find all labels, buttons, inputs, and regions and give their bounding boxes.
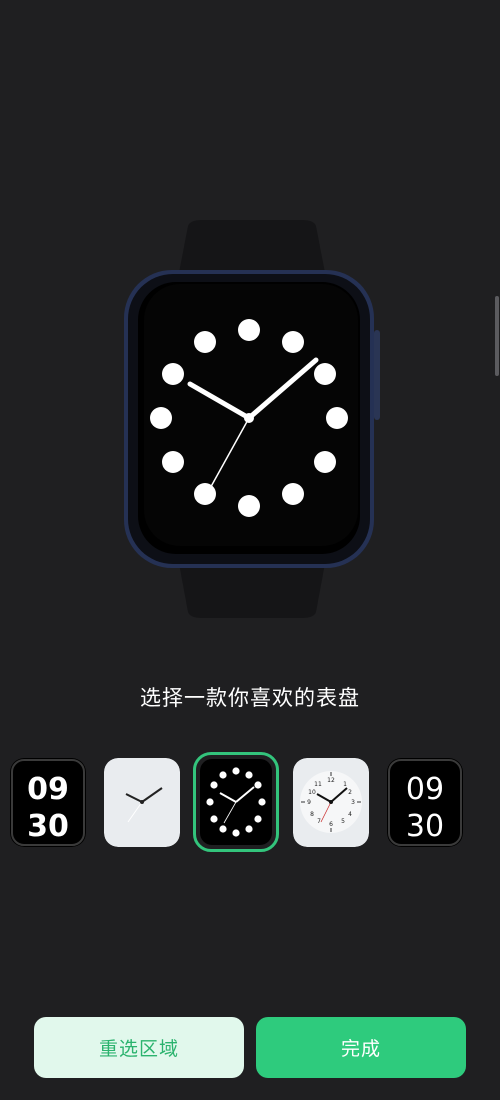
face5-minute: 30 (406, 809, 444, 844)
face1-hour: 09 (27, 772, 69, 807)
watch-face-dots-analog[interactable] (193, 752, 279, 852)
watch-preview (120, 220, 382, 620)
svg-text:1: 1 (343, 781, 347, 788)
done-button[interactable]: 完成 (256, 1017, 466, 1078)
watch-face-digital-bold[interactable]: 09 30 (10, 758, 86, 847)
svg-text:5: 5 (341, 818, 345, 825)
svg-text:11: 11 (314, 781, 322, 788)
watch-face-digital-thin[interactable]: 09 30 (387, 758, 463, 847)
select-face-prompt: 选择一款你喜欢的表盘 (140, 686, 360, 710)
svg-text:4: 4 (348, 811, 352, 818)
svg-text:9: 9 (307, 799, 311, 806)
svg-text:3: 3 (351, 799, 355, 806)
reselect-area-button[interactable]: 重选区域 (34, 1017, 244, 1078)
scrollbar-thumb[interactable] (495, 296, 499, 376)
svg-text:2: 2 (348, 789, 352, 796)
svg-text:10: 10 (308, 789, 316, 796)
watch-face-classic-numeric[interactable]: 12 3 6 9 12 45 78 10 11 (293, 758, 369, 847)
watch-face-list: 09 30 12 3 6 9 1 2 4 5 7 8 10 11 09 30 (0, 752, 500, 852)
svg-text:7: 7 (317, 818, 321, 825)
svg-text:12: 12 (327, 777, 335, 784)
watch-face-minimal-white[interactable] (104, 758, 180, 847)
svg-text:6: 6 (329, 821, 333, 828)
face5-hour: 09 (406, 772, 444, 807)
face1-minute: 30 (27, 809, 69, 844)
svg-text:8: 8 (310, 811, 314, 818)
